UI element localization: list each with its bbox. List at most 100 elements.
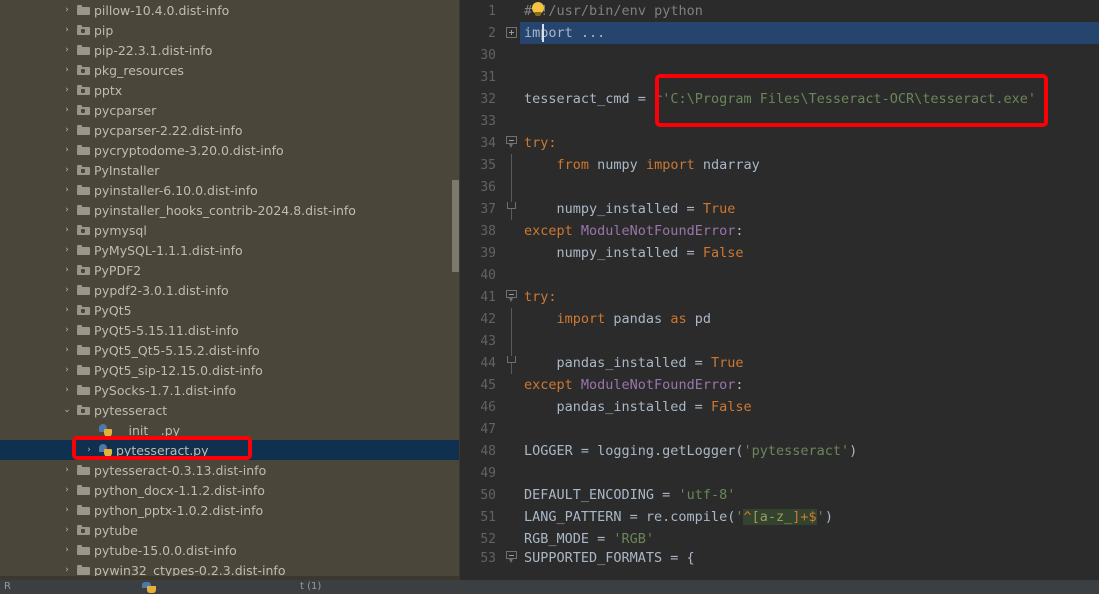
tree-item-pyinstaller-hooks-contrib-2024-8-dist-info[interactable]: › pyinstaller_hooks_contrib-2024.8.dist-i… xyxy=(0,200,460,220)
fold-gutter[interactable] xyxy=(504,44,520,66)
fold-gutter[interactable] xyxy=(504,418,520,440)
tree-item-pkg-resources[interactable]: › pkg_resources xyxy=(0,60,460,80)
fold-gutter[interactable] xyxy=(504,308,520,330)
fold-gutter[interactable] xyxy=(504,547,520,569)
code-line-49[interactable]: 49 xyxy=(460,462,1099,484)
chevron-right-icon[interactable]: › xyxy=(60,60,74,80)
tree-item-pyqt5[interactable]: › PyQt5 xyxy=(0,300,460,320)
chevron-right-icon[interactable]: › xyxy=(60,80,74,100)
fold-gutter[interactable] xyxy=(504,330,520,352)
fold-gutter[interactable] xyxy=(504,220,520,242)
fold-gutter[interactable] xyxy=(504,264,520,286)
chevron-right-icon[interactable]: › xyxy=(60,500,74,520)
code-line-42[interactable]: 42 import pandas as pd xyxy=(460,308,1099,330)
tree-item-pyinstaller[interactable]: › PyInstaller xyxy=(0,160,460,180)
fold-gutter[interactable] xyxy=(504,440,520,462)
tree-item-pytesseract[interactable]: ⌄ pytesseract xyxy=(0,400,460,420)
tree-item-pyqt5-5-15-11-dist-info[interactable]: › PyQt5-5.15.11.dist-info xyxy=(0,320,460,340)
tree-item-pycparser[interactable]: › pycparser xyxy=(0,100,460,120)
chevron-right-icon[interactable]: › xyxy=(60,260,74,280)
code-line-46[interactable]: 46 pandas_installed = False xyxy=(460,396,1099,418)
code-line-35[interactable]: 35 from numpy import ndarray xyxy=(460,154,1099,176)
chevron-right-icon[interactable]: › xyxy=(60,340,74,360)
chevron-right-icon[interactable]: › xyxy=(60,220,74,240)
fold-gutter[interactable] xyxy=(504,154,520,176)
chevron-right-icon[interactable]: › xyxy=(60,160,74,180)
code-line-43[interactable]: 43 xyxy=(460,330,1099,352)
code-line-31[interactable]: 31 xyxy=(460,66,1099,88)
fold-gutter[interactable] xyxy=(504,22,520,44)
bottom-tab-label[interactable]: t (1) xyxy=(300,581,321,592)
tree-item-pyinstaller-6-10-0-dist-info[interactable]: › pyinstaller-6.10.0.dist-info xyxy=(0,180,460,200)
tree-item-python-pptx-1-0-2-dist-info[interactable]: › python_pptx-1.0.2.dist-info xyxy=(0,500,460,520)
fold-gutter[interactable] xyxy=(504,66,520,88)
chevron-right-icon[interactable]: › xyxy=(60,100,74,120)
bottom-tool-strip[interactable]: R t (1) xyxy=(0,580,1099,594)
tree-item-pptx[interactable]: › pptx xyxy=(0,80,460,100)
chevron-right-icon[interactable]: › xyxy=(82,440,96,460)
fold-region-end-icon[interactable] xyxy=(507,202,516,209)
code-line-37[interactable]: 37 numpy_installed = True xyxy=(460,198,1099,220)
code-line-41[interactable]: 41 try: xyxy=(460,286,1099,308)
tree-item-pip[interactable]: › pip xyxy=(0,20,460,40)
tree-item-pyqt5-sip-12-15-0-dist-info[interactable]: › PyQt5_sip-12.15.0.dist-info xyxy=(0,360,460,380)
fold-gutter[interactable] xyxy=(504,396,520,418)
tree-item-pytesseract-0-3-13-dist-info[interactable]: › pytesseract-0.3.13.dist-info xyxy=(0,460,460,480)
tree-item-pycryptodome-3-20-0-dist-info[interactable]: › pycryptodome-3.20.0.dist-info xyxy=(0,140,460,160)
tree-item-python-docx-1-1-2-dist-info[interactable]: › python_docx-1.1.2.dist-info xyxy=(0,480,460,500)
fold-gutter[interactable] xyxy=(504,198,520,220)
chevron-right-icon[interactable]: › xyxy=(60,140,74,160)
code-line-38[interactable]: 38 except ModuleNotFoundError: xyxy=(460,220,1099,242)
tree-item-pillow-10-4-0-dist-info[interactable]: › pillow-10.4.0.dist-info xyxy=(0,0,460,20)
fold-gutter[interactable] xyxy=(504,374,520,396)
chevron-right-icon[interactable]: › xyxy=(60,480,74,500)
chevron-right-icon[interactable]: › xyxy=(60,300,74,320)
chevron-right-icon[interactable]: › xyxy=(82,420,96,440)
run-tool-label[interactable]: R xyxy=(4,581,11,592)
fold-gutter[interactable] xyxy=(504,242,520,264)
tree-item-pymysql-1-1-1-dist-info[interactable]: › PyMySQL-1.1.1.dist-info xyxy=(0,240,460,260)
chevron-right-icon[interactable]: › xyxy=(60,320,74,340)
code-line-2[interactable]: 2 import ... xyxy=(460,22,1099,44)
code-line-39[interactable]: 39 numpy_installed = False xyxy=(460,242,1099,264)
code-line-47[interactable]: 47 xyxy=(460,418,1099,440)
fold-gutter[interactable] xyxy=(504,88,520,110)
code-line-44[interactable]: 44 pandas_installed = True xyxy=(460,352,1099,374)
fold-gutter[interactable] xyxy=(504,132,520,154)
tree-item-pytesseract-py[interactable]: › pytesseract.py xyxy=(0,440,460,460)
code-line-32[interactable]: 32 tesseract_cmd = r'C:\Program Files\Tes… xyxy=(460,88,1099,110)
code-line-1[interactable]: 1 # !/usr/bin/env python xyxy=(460,0,1099,22)
chevron-right-icon[interactable]: › xyxy=(60,280,74,300)
code-line-40[interactable]: 40 xyxy=(460,264,1099,286)
code-line-33[interactable]: 33 xyxy=(460,110,1099,132)
code-line-36[interactable]: 36 xyxy=(460,176,1099,198)
fold-gutter[interactable] xyxy=(504,110,520,132)
fold-gutter[interactable] xyxy=(504,484,520,506)
tree-item-pypdf2[interactable]: › PyPDF2 xyxy=(0,260,460,280)
fold-gutter[interactable] xyxy=(504,286,520,308)
code-line-34[interactable]: 34 try: xyxy=(460,132,1099,154)
chevron-right-icon[interactable]: › xyxy=(60,40,74,60)
tree-item-pypdf2-3-0-1-dist-info[interactable]: › pypdf2-3.0.1.dist-info xyxy=(0,280,460,300)
chevron-down-icon[interactable]: ⌄ xyxy=(60,400,74,420)
chevron-right-icon[interactable]: › xyxy=(60,360,74,380)
chevron-right-icon[interactable]: › xyxy=(60,180,74,200)
fold-gutter[interactable] xyxy=(504,0,520,22)
chevron-right-icon[interactable]: › xyxy=(60,540,74,560)
fold-expand-icon[interactable] xyxy=(506,27,517,38)
fold-collapse-icon[interactable] xyxy=(506,290,517,303)
fold-gutter[interactable] xyxy=(504,352,520,374)
fold-region-end-icon[interactable] xyxy=(507,356,516,363)
chevron-right-icon[interactable]: › xyxy=(60,20,74,40)
fold-gutter[interactable] xyxy=(504,506,520,528)
chevron-right-icon[interactable]: › xyxy=(60,380,74,400)
tree-item-pymysql[interactable]: › pymysql xyxy=(0,220,460,240)
tree-item-pyqt5-qt5-5-15-2-dist-info[interactable]: › PyQt5_Qt5-5.15.2.dist-info xyxy=(0,340,460,360)
code-line-48[interactable]: 48 LOGGER = logging.getLogger('pytesserac… xyxy=(460,440,1099,462)
tree-item-pycparser-2-22-dist-info[interactable]: › pycparser-2.22.dist-info xyxy=(0,120,460,140)
code-line-51[interactable]: 51 LANG_PATTERN = re.compile('^[a-z_]+$') xyxy=(460,506,1099,528)
code-line-52[interactable]: 52 RGB_MODE = 'RGB' xyxy=(460,528,1099,550)
fold-collapse-icon[interactable] xyxy=(506,136,517,149)
chevron-right-icon[interactable]: › xyxy=(60,460,74,480)
tree-item-pysocks-1-7-1-dist-info[interactable]: › PySocks-1.7.1.dist-info xyxy=(0,380,460,400)
